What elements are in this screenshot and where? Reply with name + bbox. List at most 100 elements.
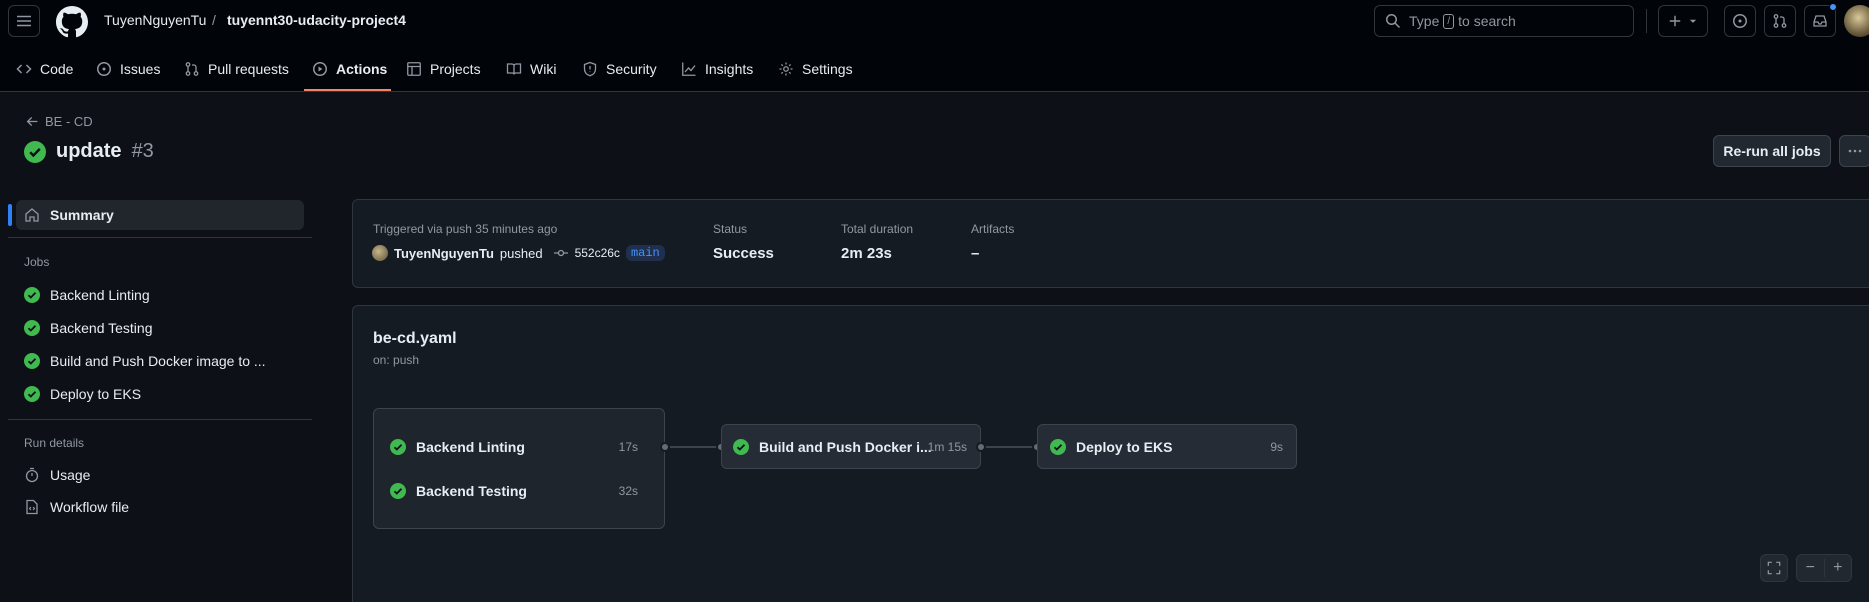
tab-issues[interactable]: Issues [88, 52, 168, 86]
sidebar-job-backend-testing[interactable]: Backend Testing [16, 313, 152, 343]
check-circle-icon [1050, 439, 1066, 455]
search-input[interactable]: Type / to search [1374, 5, 1634, 37]
check-circle-icon [390, 483, 406, 499]
sidebar-item-label: Deploy to EKS [50, 386, 142, 402]
pull-request-icon [185, 62, 199, 76]
tab-label: Insights [705, 61, 754, 77]
graph-job-backend-testing[interactable]: Backend Testing 32s [390, 479, 650, 503]
tab-label: Projects [430, 61, 481, 77]
run-title-text: update [56, 140, 122, 162]
chevron-down-icon [1689, 19, 1697, 23]
commit-icon [553, 249, 568, 257]
job-duration: 32s [618, 484, 638, 498]
sidebar-item-usage[interactable]: Usage [16, 460, 90, 490]
tab-pull-requests[interactable]: Pull requests [176, 52, 297, 86]
active-indicator [8, 204, 12, 226]
sidebar-job-build-push[interactable]: Build and Push Docker image to ... [16, 346, 266, 376]
zoom-out-button[interactable]: − [1797, 559, 1824, 577]
duration-label: Total duration [841, 222, 914, 236]
branch-badge[interactable]: main [625, 245, 665, 261]
workflow-trigger: on: push [373, 353, 420, 367]
book-icon [506, 63, 522, 75]
tab-label: Wiki [530, 61, 557, 77]
commit-sha-link[interactable]: 552c26c [575, 246, 620, 260]
tab-label: Settings [802, 61, 853, 77]
graph-connector-dot [976, 442, 986, 452]
check-circle-icon [24, 353, 40, 369]
tab-label: Security [606, 61, 657, 77]
tab-security[interactable]: Security [574, 52, 665, 86]
check-circle-icon [24, 287, 40, 303]
rerun-all-jobs-button[interactable]: Re-run all jobs [1713, 135, 1831, 167]
gear-icon [779, 62, 793, 76]
graph-connector [981, 446, 1037, 448]
kebab-horizontal-icon [1848, 149, 1862, 153]
check-circle-icon [24, 140, 46, 163]
tab-actions[interactable]: Actions [304, 52, 395, 86]
fullscreen-button[interactable] [1760, 554, 1788, 582]
file-code-icon [26, 499, 38, 515]
github-logo-icon[interactable] [56, 6, 88, 38]
screen-full-icon [1767, 561, 1781, 575]
back-to-workflow-link[interactable]: BE - CD [26, 114, 93, 129]
tab-insights[interactable]: Insights [673, 52, 761, 86]
issues-header-button[interactable] [1724, 5, 1756, 37]
notification-dot [1829, 3, 1837, 11]
home-icon [25, 208, 39, 222]
pull-requests-header-button[interactable] [1764, 5, 1796, 37]
search-icon [1386, 14, 1401, 29]
duration-value: 2m 23s [841, 245, 892, 262]
top-header: TuyenNguyenTu / tuyennt30-udacity-projec… [0, 0, 1869, 92]
check-circle-icon [24, 320, 40, 336]
graph-icon [682, 62, 696, 76]
artifacts-label: Artifacts [971, 222, 1015, 236]
graph-connector [665, 446, 721, 448]
sidebar-item-label: Backend Linting [50, 287, 150, 303]
run-title: update #3 [24, 140, 154, 163]
search-placeholder-pre: Type [1409, 13, 1440, 29]
sidebar-job-backend-linting[interactable]: Backend Linting [16, 280, 150, 310]
arrow-left-icon [26, 116, 38, 127]
search-shortcut-key: / [1443, 13, 1455, 29]
repo-name-link[interactable]: tuyennt30-udacity-project4 [227, 12, 406, 28]
graph-job-deploy-eks-content: Deploy to EKS 9s [1050, 435, 1295, 459]
sidebar-item-summary[interactable]: Summary [16, 200, 304, 230]
status-value: Success [713, 245, 774, 262]
tab-projects[interactable]: Projects [398, 52, 489, 86]
sidebar-item-label: Backend Testing [50, 320, 153, 336]
actor-link[interactable]: TuyenNguyenTu [394, 246, 494, 261]
sidebar-item-label: Usage [50, 467, 91, 483]
menu-button[interactable] [8, 5, 40, 37]
check-circle-icon [24, 386, 40, 402]
trigger-action: pushed [499, 245, 543, 261]
trigger-info: Triggered via push 35 minutes ago [373, 222, 558, 236]
tab-code[interactable]: Code [8, 52, 81, 86]
user-avatar[interactable] [1844, 5, 1869, 37]
more-options-button[interactable] [1839, 135, 1869, 167]
create-new-button[interactable] [1658, 5, 1708, 37]
job-label: Build and Push Docker i... [759, 439, 932, 455]
issue-opened-icon [1733, 14, 1747, 28]
repo-owner-link[interactable]: TuyenNguyenTu [104, 12, 206, 28]
sidebar-item-label: Workflow file [50, 499, 130, 515]
job-duration: 9s [1270, 440, 1283, 454]
sidebar-job-deploy-eks[interactable]: Deploy to EKS [16, 379, 141, 409]
tab-label: Code [40, 61, 74, 77]
path-separator: / [212, 12, 216, 28]
graph-job-backend-linting[interactable]: Backend Linting 17s [390, 435, 650, 459]
artifacts-value: – [971, 245, 980, 262]
tab-wiki[interactable]: Wiki [498, 52, 564, 86]
sidebar-item-workflow-file[interactable]: Workflow file [16, 492, 129, 522]
job-label: Deploy to EKS [1076, 439, 1173, 455]
sidebar-item-label: Build and Push Docker image to ... [50, 353, 266, 369]
run-details-heading: Run details [24, 436, 85, 450]
zoom-in-button[interactable]: + [1824, 559, 1851, 577]
pull-request-icon [1773, 14, 1787, 28]
run-number: #3 [131, 140, 154, 162]
plus-icon [1669, 15, 1681, 27]
graph-job-build-push-content: Build and Push Docker i... 1m 15s [733, 435, 979, 459]
user-avatar-small [372, 245, 388, 261]
jobs-heading: Jobs [24, 255, 50, 269]
tab-settings[interactable]: Settings [770, 52, 861, 86]
stopwatch-icon [25, 467, 39, 483]
